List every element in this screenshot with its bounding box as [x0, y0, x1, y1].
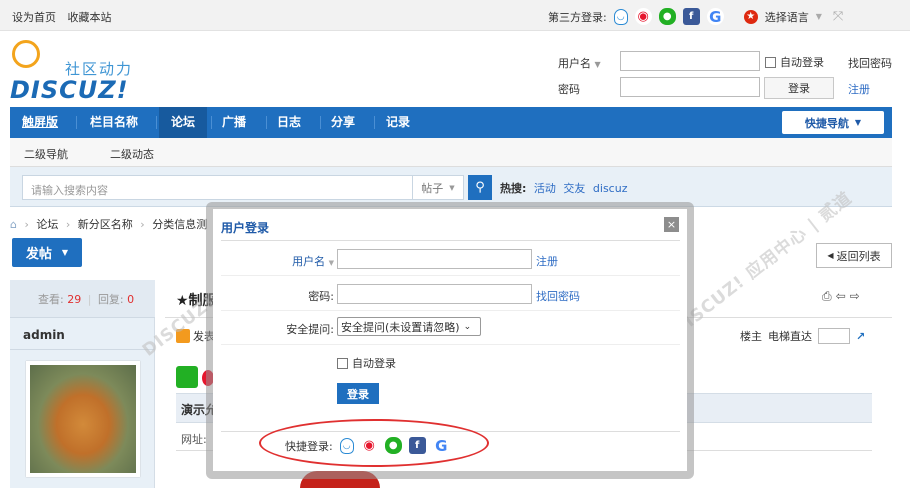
nav-item-forum[interactable]: 论坛	[159, 107, 207, 138]
language-select[interactable]: 选择语言	[765, 9, 809, 25]
floor-owner: 楼主	[740, 330, 762, 343]
hot-link[interactable]: discuz	[593, 182, 628, 195]
search-type-select[interactable]: 帖子 ▼	[412, 175, 464, 200]
set-home-link[interactable]: 设为首页	[12, 11, 56, 24]
subnav-item-dynamic[interactable]: 二级动态	[110, 146, 154, 162]
auto-login[interactable]: 自动登录	[765, 54, 824, 70]
security-question-label: 安全提问:	[286, 323, 334, 336]
modal-username-input[interactable]	[337, 249, 532, 269]
post-button[interactable]: 发帖 ▼	[12, 238, 82, 267]
prev-icon[interactable]: ⇦	[836, 289, 850, 303]
floor-input[interactable]	[818, 328, 850, 344]
username-input[interactable]	[620, 51, 760, 71]
nav-item-blog[interactable]: 日志	[277, 107, 301, 138]
hot-search: 热搜: 活动 交友 discuz	[500, 180, 627, 196]
breadcrumb-item[interactable]: 新分区名称	[78, 218, 133, 231]
close-icon[interactable]: ×	[664, 217, 679, 232]
find-password-link[interactable]: 找回密码	[848, 55, 892, 71]
breadcrumb-item[interactable]: 论坛	[36, 218, 58, 231]
modal-register-link[interactable]: 注册	[536, 253, 558, 269]
nav-item-column[interactable]: 栏目名称	[90, 107, 138, 138]
weibo-icon[interactable]: ◉	[634, 8, 652, 25]
bookmark-link[interactable]: 收藏本站	[68, 11, 112, 24]
search-button[interactable]: ⚲	[468, 175, 492, 200]
wechat-icon[interactable]: ●	[658, 8, 676, 25]
quick-nav-button[interactable]: 快捷导航 ▼	[782, 111, 884, 134]
breadcrumb: ⌂ › 论坛 › 新分区名称 › 分类信息测	[10, 218, 208, 231]
replies-count: 0	[127, 293, 135, 306]
modal-find-password-link[interactable]: 找回密码	[536, 288, 580, 304]
search-placeholder: 请输入搜索内容	[31, 184, 108, 197]
modal-auto-login[interactable]: 自动登录	[337, 355, 396, 371]
author-name[interactable]: admin	[23, 328, 65, 342]
facebook-icon[interactable]: f	[682, 8, 700, 25]
hot-link[interactable]: 活动	[534, 182, 556, 195]
caret-down-icon: ▼	[854, 118, 862, 127]
auto-login-checkbox[interactable]	[765, 56, 776, 68]
caret-down-icon: ▼	[61, 248, 69, 257]
nav-item-touch[interactable]: 触屏版	[22, 107, 58, 138]
top-bar: 设为首页 收藏本站 第三方登录: ◡ ◉ ● f G ★ 选择语言 ▼ ⤧	[0, 0, 910, 31]
go-icon[interactable]: ↗	[856, 330, 865, 343]
third-party-label: 第三方登录:	[548, 10, 607, 24]
wechat-share-icon[interactable]	[176, 366, 198, 388]
hot-label: 热搜:	[500, 182, 527, 195]
chevron-down-icon: ▼	[815, 12, 822, 21]
logo-text[interactable]: DISCUZ!	[10, 76, 129, 104]
floor-nav: 楼主 电梯直达 ↗	[740, 328, 865, 344]
google-icon[interactable]: G	[706, 8, 724, 26]
back-to-list-button[interactable]: ◀ 返回列表	[816, 243, 892, 268]
nav-item-share[interactable]: 分享	[331, 107, 355, 138]
register-link[interactable]: 注册	[848, 81, 870, 97]
fullscreen-icon[interactable]: ⤧	[833, 9, 843, 24]
thread-tools: ⎙⇦⇨	[822, 289, 864, 304]
username-label: 用户名 ▼	[558, 57, 601, 70]
chevron-down-icon: ⌄	[463, 321, 472, 332]
thread-stats: 查看: 29 | 回复: 0	[10, 280, 155, 318]
modal-password-input[interactable]	[337, 284, 532, 304]
highlight-ellipse	[259, 419, 489, 467]
home-icon[interactable]: ⌂	[10, 218, 17, 231]
breadcrumb-item[interactable]: 分类信息测	[152, 218, 207, 231]
modal-login-button[interactable]: 登录	[337, 383, 379, 404]
china-flag-icon: ★	[743, 9, 758, 24]
nav-item-broadcast[interactable]: 广播	[222, 107, 246, 138]
logo-bulb-icon	[12, 40, 40, 68]
top-links: 设为首页 收藏本站	[12, 9, 120, 25]
avatar[interactable]	[26, 361, 140, 477]
elevator-label: 电梯直达	[768, 330, 812, 343]
password-input[interactable]	[620, 77, 760, 97]
views-count: 29	[67, 293, 82, 306]
chevron-down-icon: ▼	[449, 183, 455, 192]
login-button[interactable]: 登录	[764, 77, 834, 99]
search-icon: ⚲	[475, 180, 485, 195]
search-input[interactable]: 请输入搜索内容	[22, 175, 412, 200]
modal-auto-login-checkbox[interactable]	[337, 357, 348, 369]
password-label: 密码	[558, 83, 580, 96]
security-question-select[interactable]: 安全提问(未设置请忽略) ⌄	[337, 317, 481, 336]
modal-password-label: 密码:	[308, 290, 334, 303]
nav-item-record[interactable]: 记录	[386, 107, 410, 138]
chevron-left-icon: ◀	[827, 251, 834, 260]
modal-title: 用户登录	[221, 221, 270, 235]
print-icon[interactable]: ⎙	[822, 289, 836, 303]
main-nav: 触屏版 栏目名称 论坛 广播 日志 分享 记录 快捷导航 ▼	[10, 107, 892, 138]
third-party-login: 第三方登录: ◡ ◉ ● f G ★ 选择语言 ▼ ⤧	[548, 8, 843, 26]
qq-icon[interactable]: ◡	[613, 8, 628, 25]
url-label: 网址:	[181, 433, 207, 446]
next-icon[interactable]: ⇨	[850, 289, 864, 303]
search-bar: 请输入搜索内容 帖子 ▼ ⚲ 热搜: 活动 交友 discuz	[10, 167, 892, 207]
subnav-item-secondary[interactable]: 二级导航	[24, 146, 68, 162]
sub-nav: 二级导航 二级动态	[10, 138, 892, 167]
modal-username-label[interactable]: 用户名 ▼	[262, 253, 334, 269]
hot-link[interactable]: 交友	[563, 182, 585, 195]
